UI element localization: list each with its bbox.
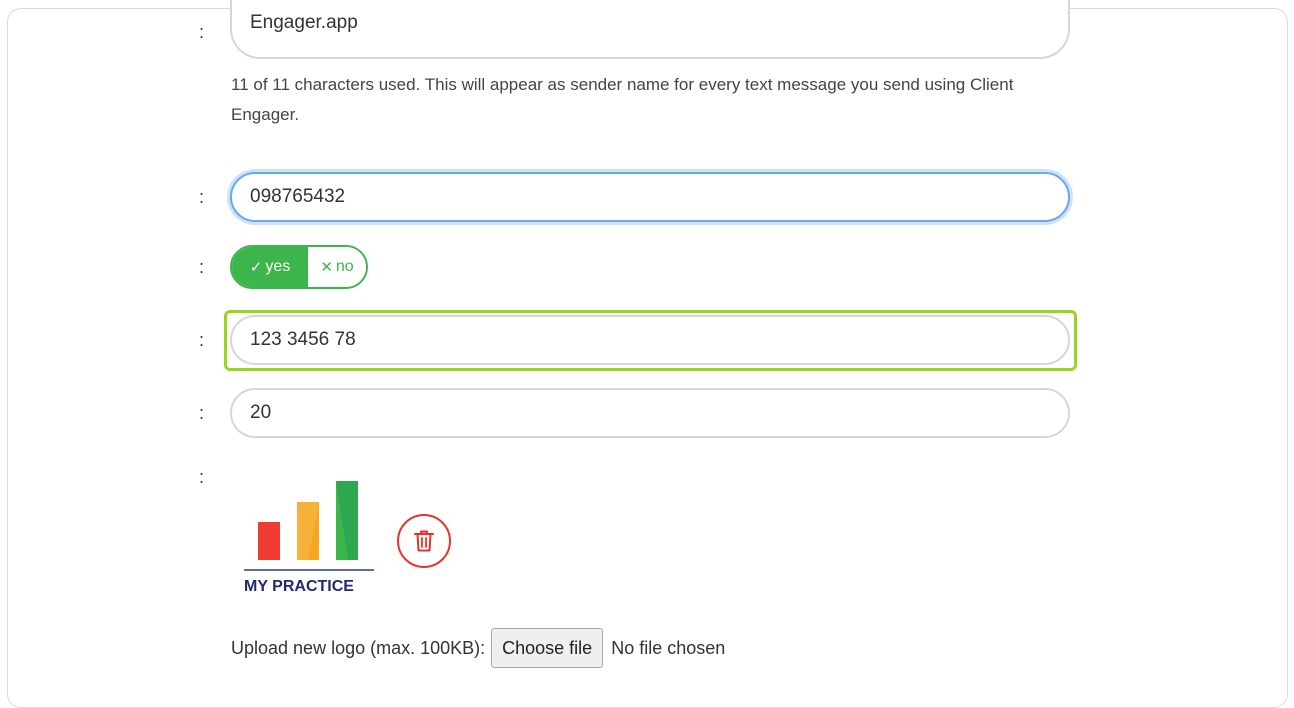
toggle-yes-label: yes: [265, 258, 291, 275]
phone-value: 098765432: [250, 186, 346, 207]
phone-input[interactable]: 098765432: [230, 172, 1070, 222]
label-colon: :: [199, 403, 205, 423]
label-colon: :: [199, 330, 205, 350]
practice-logo: MY PRACTICE: [244, 481, 374, 595]
upload-label: Upload new logo (max. 100KB):: [231, 637, 486, 658]
label-colon: :: [199, 187, 205, 207]
count-input[interactable]: 20: [230, 388, 1070, 438]
cross-icon: ✕: [320, 259, 333, 276]
sender-name-value: Engager.app: [250, 12, 358, 33]
toggle-yes-option[interactable]: ✓ yes: [232, 247, 308, 287]
file-status: No file chosen: [611, 637, 726, 658]
toggle-no-option[interactable]: ✕ no: [308, 247, 366, 287]
sender-name-input[interactable]: Engager.app: [230, 0, 1070, 59]
count-value: 20: [250, 402, 272, 423]
yes-no-toggle[interactable]: ✓ yes ✕ no: [230, 245, 368, 289]
check-icon: ✓: [249, 259, 263, 276]
logo-upload-row: Upload new logo (max. 100KB): Choose fil…: [231, 628, 725, 668]
number-value: 123 3456 78: [250, 329, 356, 350]
toggle-no-label: no: [335, 258, 354, 275]
sender-name-help: 11 of 11 characters used. This will appe…: [231, 75, 1014, 124]
number-input[interactable]: 123 3456 78: [230, 315, 1070, 365]
label-colon: :: [199, 257, 205, 277]
delete-logo-button[interactable]: [397, 514, 451, 568]
label-colon: :: [199, 467, 205, 487]
trash-icon: [414, 530, 434, 552]
label-colon: :: [199, 22, 205, 42]
choose-file-button[interactable]: Choose file: [491, 628, 604, 668]
logo-text: MY PRACTICE: [244, 578, 354, 595]
logo-bar-red: [258, 522, 280, 560]
